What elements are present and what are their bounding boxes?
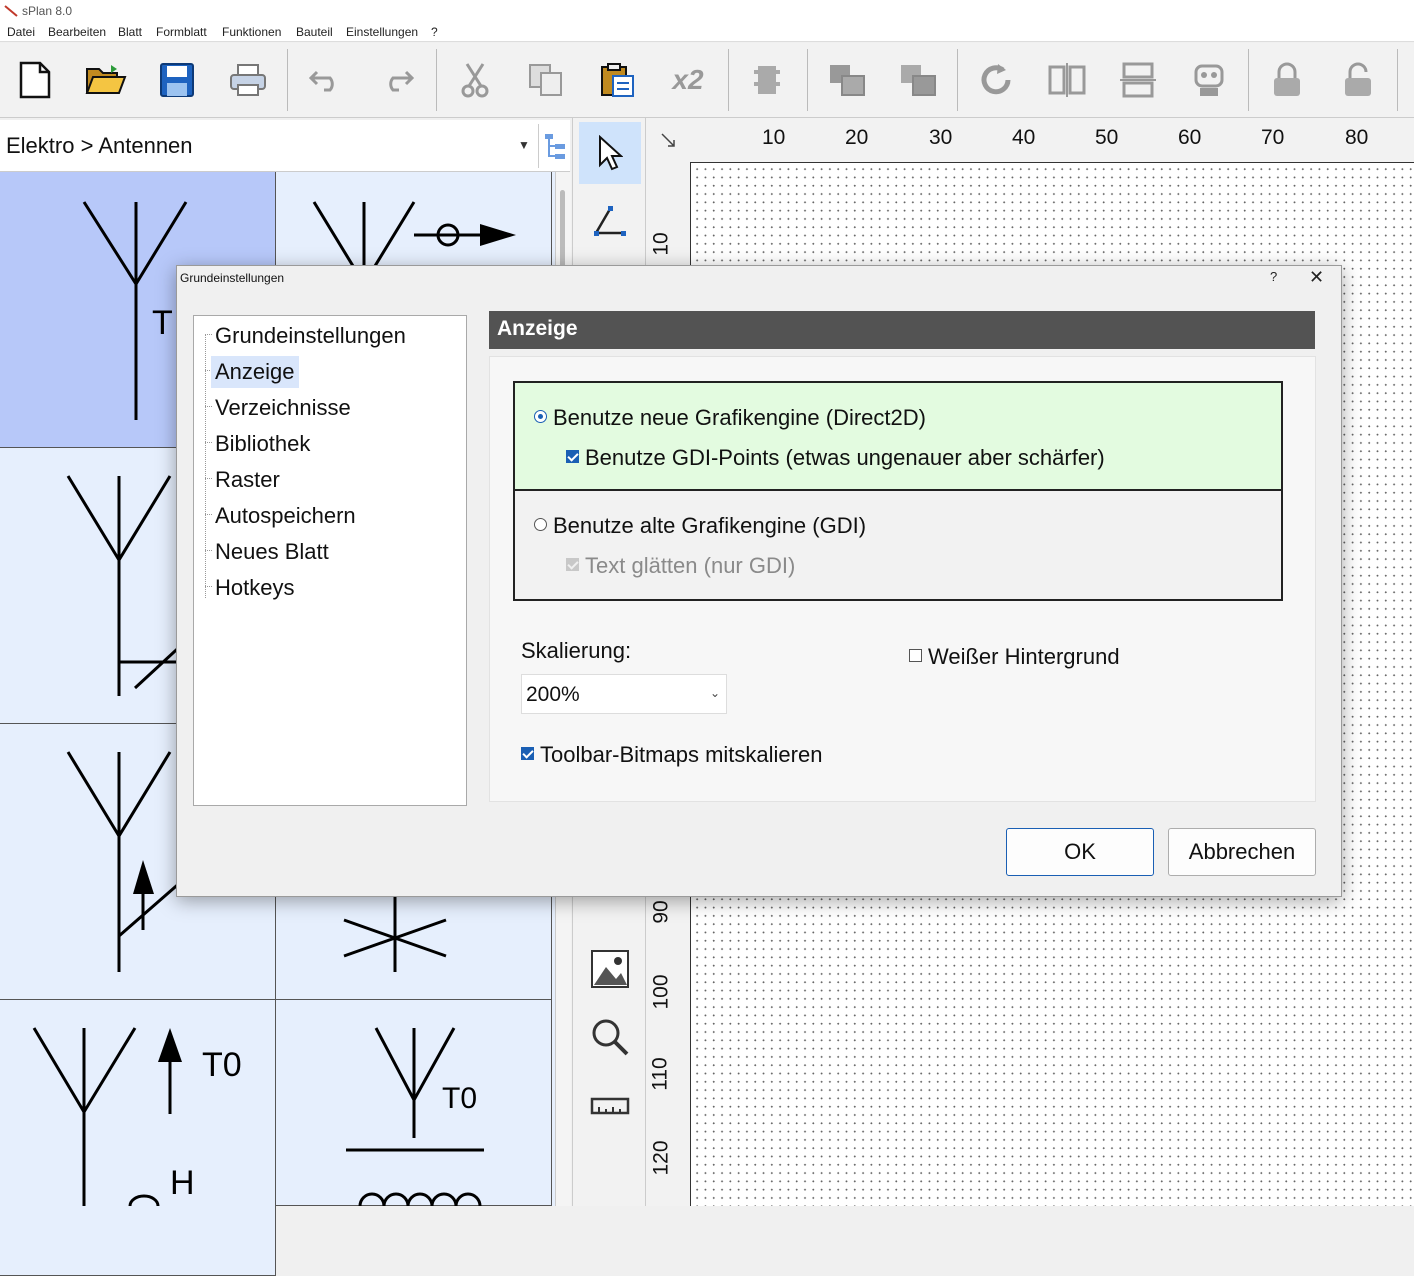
nav-item-bibliothek[interactable]: Bibliothek	[211, 428, 314, 460]
symbol-label: T0	[442, 1082, 478, 1115]
window-title: sPlan 8.0	[22, 4, 73, 18]
settings-nav-tree: Grundeinstellungen Anzeige Verzeichnisse…	[193, 315, 467, 806]
ruler-tick: 30	[929, 126, 953, 149]
scale-value: 200%	[526, 683, 580, 706]
title-bar: sPlan 8.0	[0, 0, 1414, 22]
line-tool[interactable]	[579, 190, 641, 252]
paste-icon[interactable]	[588, 51, 646, 109]
menu-bar: Datei Bearbeiten Blatt Formblatt Funktio…	[0, 22, 1414, 42]
pointer-tool[interactable]	[579, 122, 641, 184]
nav-item-verzeichnisse[interactable]: Verzeichnisse	[211, 392, 355, 424]
nav-item-anzeige[interactable]: Anzeige	[211, 356, 299, 388]
undo-icon[interactable]	[297, 51, 355, 109]
text-smoothing-label: Text glätten (nur GDI)	[585, 553, 796, 578]
nav-item-autospeichern[interactable]: Autospeichern	[211, 500, 360, 532]
ruler-tick: 10	[649, 232, 673, 256]
rotate-icon[interactable]	[967, 51, 1025, 109]
image-tool[interactable]	[579, 938, 641, 1000]
open-folder-icon[interactable]	[77, 51, 135, 109]
symbol-label: T0	[202, 1046, 242, 1084]
menu-funktionen[interactable]: Funktionen	[222, 25, 281, 39]
ruler-tool[interactable]	[579, 1074, 641, 1136]
engine-new-label[interactable]: Benutze neue Grafikengine (Direct2D)	[553, 405, 926, 431]
scale-label: Skalierung:	[521, 638, 632, 663]
engine-old-panel: Benutze alte Grafikengine (GDI) Text glä…	[515, 491, 1281, 599]
engine-old-label[interactable]: Benutze alte Grafikengine (GDI)	[553, 513, 866, 539]
graphics-engine-group: Benutze neue Grafikengine (Direct2D) Ben…	[513, 381, 1283, 601]
section-header: Anzeige	[489, 311, 1315, 349]
ruler-origin-icon[interactable]	[660, 132, 676, 148]
close-icon[interactable]: ✕	[1309, 267, 1324, 288]
engine-new-radio[interactable]	[534, 410, 547, 423]
copy-icon[interactable]	[517, 51, 575, 109]
symbol-label: T	[152, 304, 173, 342]
ruler-tick: 90	[649, 900, 673, 924]
nav-item-neues-blatt[interactable]: Neues Blatt	[211, 536, 333, 568]
section-title: Anzeige	[497, 317, 578, 340]
white-background-checkbox[interactable]	[909, 649, 922, 662]
ruler-tick: 100	[649, 974, 673, 1010]
toolbar-scale-checkbox[interactable]	[521, 747, 534, 760]
menu-einstellungen[interactable]: Einstellungen	[346, 25, 418, 39]
lock-icon[interactable]	[1258, 51, 1316, 109]
cut-icon[interactable]	[446, 51, 504, 109]
app-icon	[4, 5, 18, 17]
ruler-tick: 50	[1095, 126, 1119, 149]
new-file-icon[interactable]	[6, 51, 64, 109]
chevron-down-icon[interactable]: ▼	[518, 138, 530, 152]
ruler-tick: 60	[1178, 126, 1202, 149]
ruler-horizontal: 10 20 30 40 50 60 70 80	[646, 118, 1414, 162]
robot-icon[interactable]	[1180, 51, 1238, 109]
menu-datei[interactable]: Datei	[7, 25, 35, 39]
duplicate-icon[interactable]: x2	[659, 51, 717, 109]
zoom-tool[interactable]	[579, 1006, 641, 1068]
gdi-points-checkbox[interactable]	[566, 450, 579, 463]
scale-select[interactable]: 200% ⌄	[521, 674, 727, 714]
mirror-vertical-icon[interactable]	[1109, 51, 1167, 109]
print-icon[interactable]	[219, 51, 277, 109]
ruler-tick: 40	[1012, 126, 1036, 149]
menu-help[interactable]: ?	[431, 25, 438, 39]
ruler-tick: 70	[1261, 126, 1285, 149]
library-path-select[interactable]: Elektro > Antennen	[6, 133, 193, 159]
dialog-title: Grundeinstellungen	[180, 271, 285, 285]
gdi-points-label[interactable]: Benutze GDI-Points (etwas ungenauer aber…	[585, 445, 1105, 471]
symbol-antenna-t0-coil[interactable]: T0	[276, 1000, 552, 1207]
toolbar-scale-label[interactable]: Toolbar-Bitmaps mitskalieren	[540, 742, 822, 768]
menu-blatt[interactable]: Blatt	[118, 25, 142, 39]
group-icon[interactable]	[818, 51, 876, 109]
help-icon[interactable]: ?	[1270, 269, 1277, 284]
menu-formblatt[interactable]: Formblatt	[156, 25, 207, 39]
chevron-down-icon: ⌄	[710, 686, 721, 700]
redo-icon[interactable]	[368, 51, 426, 109]
tree-view-icon[interactable]	[538, 124, 570, 168]
ruler-tick: 10	[762, 126, 786, 149]
settings-dialog: Grundeinstellungen ? ✕ Grundeinstellunge…	[176, 265, 1342, 897]
nav-item-grundeinstellungen[interactable]: Grundeinstellungen	[211, 320, 410, 352]
ruler-tick: 80	[1345, 126, 1369, 149]
symbol-antenna-t0-h[interactable]: T0 H	[0, 1000, 276, 1276]
menu-bearbeiten[interactable]: Bearbeiten	[48, 25, 106, 39]
ungroup-icon[interactable]	[889, 51, 947, 109]
cancel-button[interactable]: Abbrechen	[1168, 828, 1316, 876]
component-icon[interactable]	[738, 51, 796, 109]
ruler-tick: 120	[649, 1140, 673, 1176]
text-smoothing-checkbox	[566, 558, 579, 571]
ruler-tick: 110	[648, 1057, 672, 1091]
toolbar: x2	[0, 43, 1414, 118]
menu-bauteil[interactable]: Bauteil	[296, 25, 333, 39]
engine-new-panel: Benutze neue Grafikengine (Direct2D) Ben…	[515, 383, 1281, 491]
nav-item-hotkeys[interactable]: Hotkeys	[211, 572, 298, 604]
save-icon[interactable]	[148, 51, 206, 109]
white-background-label[interactable]: Weißer Hintergrund	[928, 644, 1120, 670]
ruler-tick: 20	[845, 126, 869, 149]
mirror-horizontal-icon[interactable]	[1038, 51, 1096, 109]
engine-old-radio[interactable]	[534, 518, 547, 531]
ok-button[interactable]: OK	[1006, 828, 1154, 876]
unlock-icon[interactable]	[1329, 51, 1387, 109]
nav-item-raster[interactable]: Raster	[211, 464, 284, 496]
symbol-label: H	[170, 1164, 195, 1202]
